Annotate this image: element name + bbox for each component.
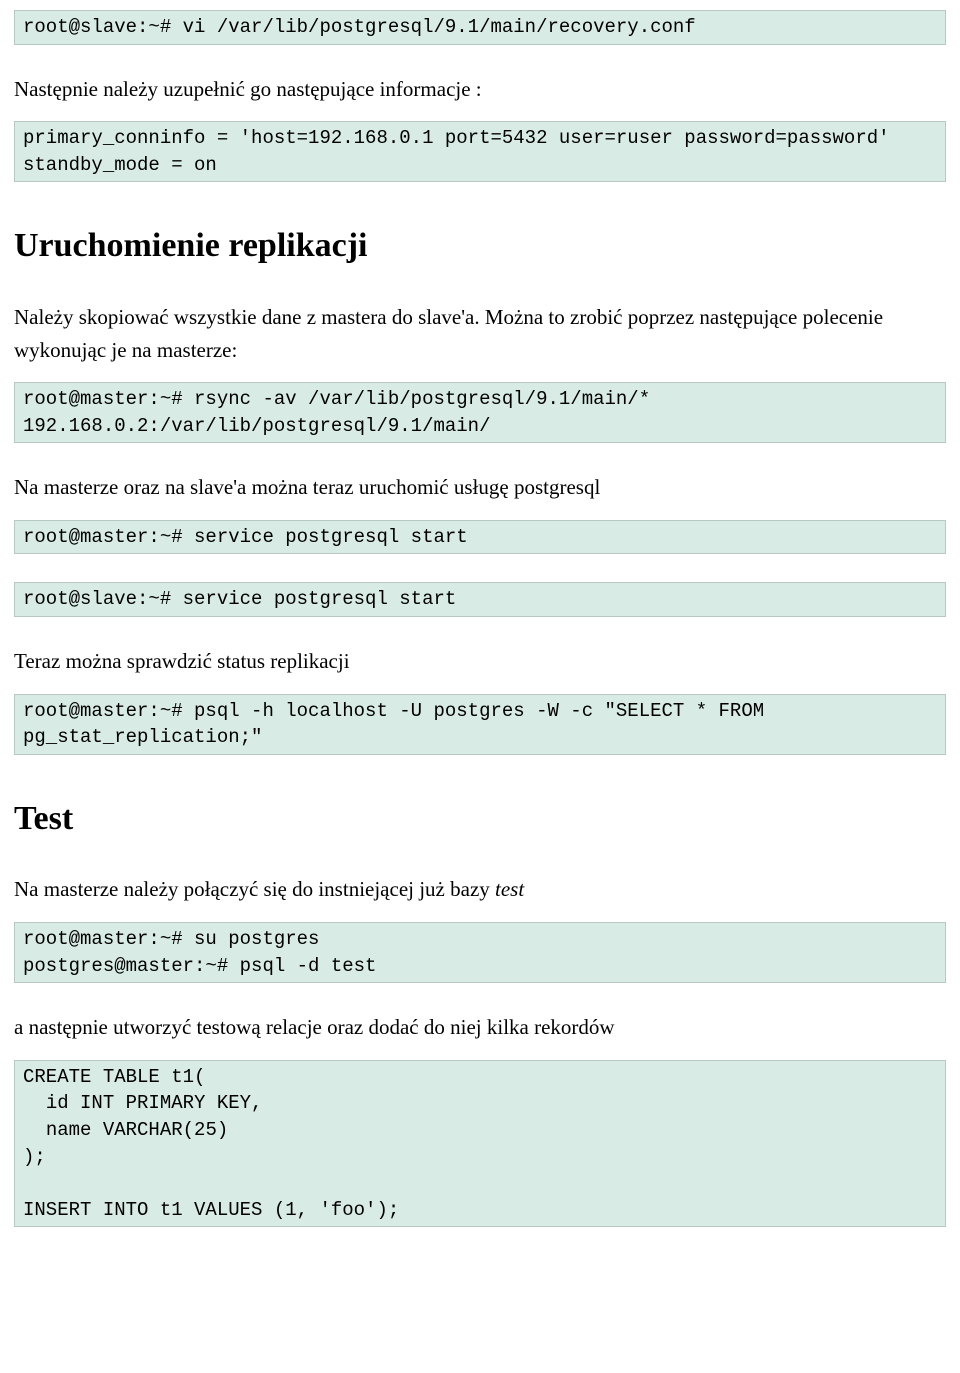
code-block-su-psql: root@master:~# su postgres postgres@mast… [14, 922, 946, 983]
dbname-italic: test [495, 877, 524, 901]
heading-uruchomienie: Uruchomienie replikacji [14, 220, 946, 273]
paragraph-connect-test: Na masterze należy połączyć się do instn… [14, 873, 946, 906]
code-block-psql-status: root@master:~# psql -h localhost -U post… [14, 694, 946, 755]
heading-test: Test [14, 793, 946, 846]
paragraph-check-status: Teraz można sprawdzić status replikacji [14, 645, 946, 678]
code-block-create-insert: CREATE TABLE t1( id INT PRIMARY KEY, nam… [14, 1060, 946, 1228]
code-block-recovery-conf: primary_conninfo = 'host=192.168.0.1 por… [14, 121, 946, 182]
paragraph-create-table: a następnie utworzyć testową relacje ora… [14, 1011, 946, 1044]
code-block-vi-recovery: root@slave:~# vi /var/lib/postgresql/9.1… [14, 10, 946, 45]
code-block-rsync: root@master:~# rsync -av /var/lib/postgr… [14, 382, 946, 443]
paragraph-start-services: Na masterze oraz na slave'a można teraz … [14, 471, 946, 504]
paragraph-copy-data: Należy skopiować wszystkie dane z master… [14, 301, 946, 366]
paragraph-intro-recovery: Następnie należy uzupełnić go następując… [14, 73, 946, 106]
code-block-start-slave: root@slave:~# service postgresql start [14, 582, 946, 617]
paragraph-connect-pre: Na masterze należy połączyć się do instn… [14, 877, 495, 901]
code-block-start-master: root@master:~# service postgresql start [14, 520, 946, 555]
